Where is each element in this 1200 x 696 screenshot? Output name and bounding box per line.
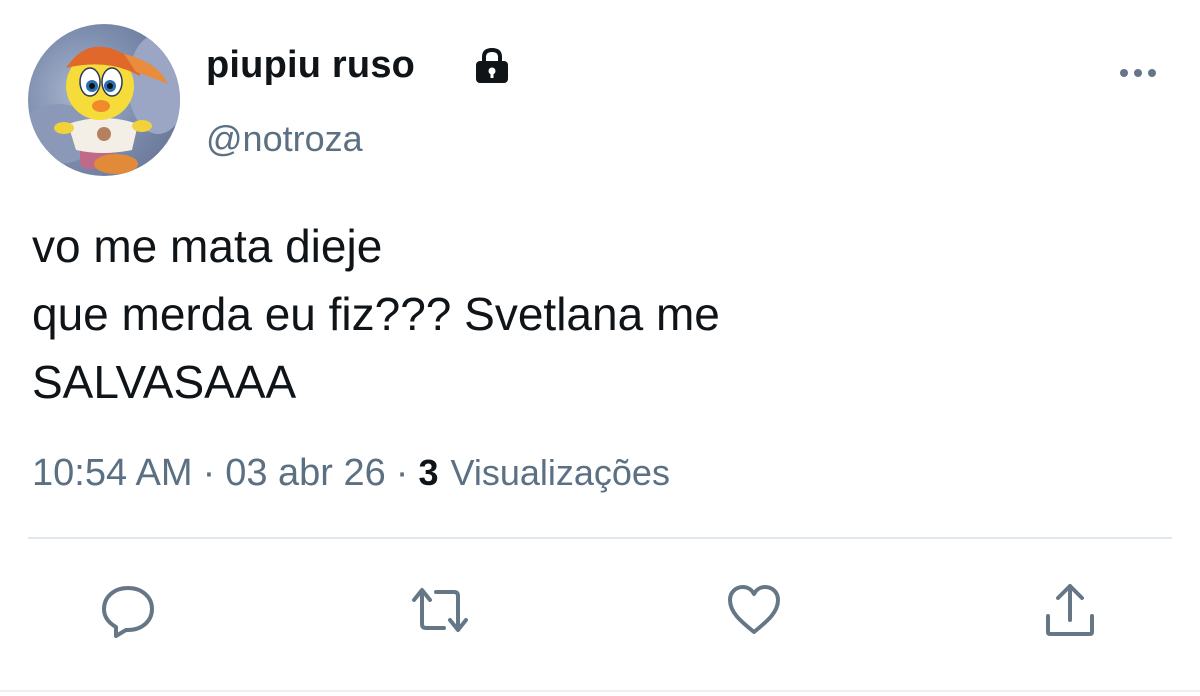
retweet-button[interactable] <box>410 580 470 640</box>
tweety-bird-avatar-icon <box>28 34 180 174</box>
more-icon[interactable] <box>1116 60 1160 86</box>
meta-separator: · <box>395 452 409 494</box>
reply-button[interactable] <box>98 580 158 640</box>
divider <box>28 537 1172 539</box>
like-button[interactable] <box>724 580 784 640</box>
display-name[interactable]: piupiu ruso <box>206 44 415 87</box>
retweet-icon <box>412 588 468 632</box>
heart-icon <box>728 585 780 634</box>
views-count: 3 <box>418 452 439 493</box>
views-label[interactable]: Visualizações <box>450 452 669 494</box>
lock-icon <box>476 47 508 83</box>
share-icon <box>1046 584 1094 636</box>
avatar[interactable] <box>28 24 180 176</box>
tweet-card: piupiu ruso @notroza vo me mata dieje qu… <box>0 0 1200 696</box>
tweet-meta: 10:54 AM · 03 abr 26 · 3 Visualizações <box>32 452 670 495</box>
tweet-date[interactable]: 03 abr 26 <box>225 452 386 495</box>
tweet-line: vo me mata dieje <box>32 220 383 272</box>
tweet-line: SALVASAAA <box>32 356 297 408</box>
reply-icon <box>102 586 154 638</box>
meta-separator: · <box>202 452 216 494</box>
user-handle[interactable]: @notroza <box>206 118 363 160</box>
share-button[interactable] <box>1040 580 1100 640</box>
tweet-line: que merda eu fiz??? Svetlana me <box>32 288 720 340</box>
tweet-text: vo me mata dieje que merda eu fiz??? Sve… <box>32 212 1152 416</box>
tweet-time[interactable]: 10:54 AM <box>32 452 193 495</box>
bottom-divider <box>0 690 1200 692</box>
